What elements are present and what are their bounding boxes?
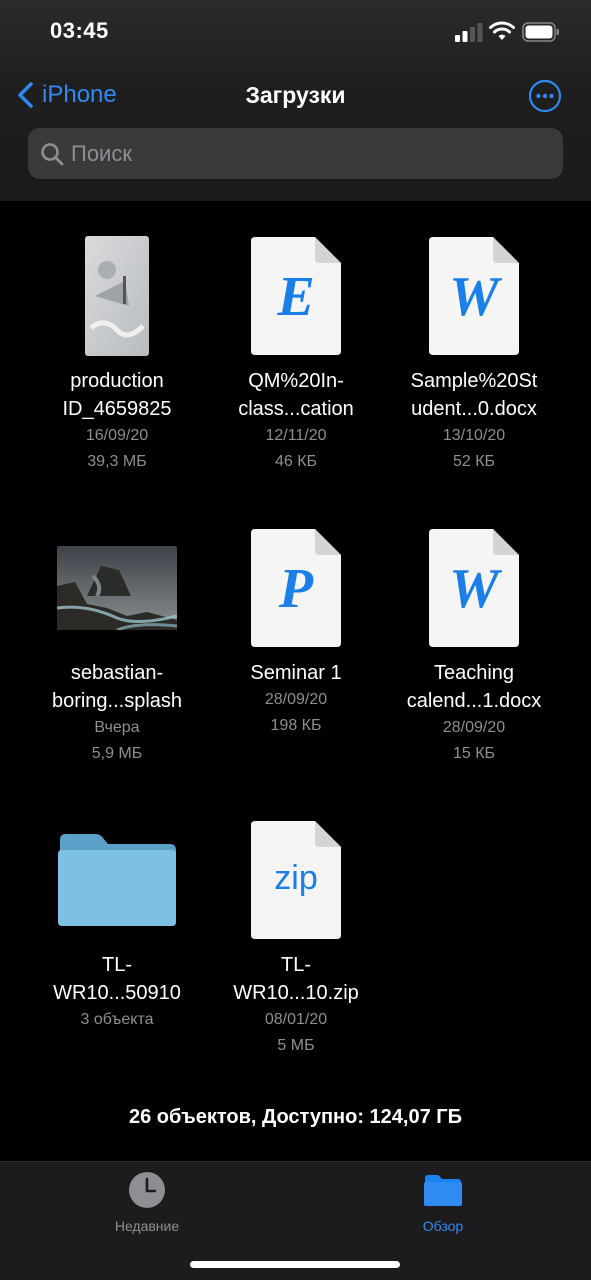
word-document-icon: W bbox=[429, 529, 519, 647]
file-item[interactable]: E QM%20In- class...cation 12/11/20 46 КБ bbox=[206, 231, 386, 475]
file-size: 39,3 МБ bbox=[87, 453, 147, 470]
file-name: Sample%20St udent...0.docx bbox=[384, 367, 564, 423]
epub-document-icon: E bbox=[251, 237, 341, 355]
file-item[interactable]: zip TL- WR10...10.zip 08/01/20 5 МБ bbox=[206, 815, 386, 1059]
page-title: Загрузки bbox=[245, 82, 346, 108]
file-item[interactable]: W Teaching calend...1.docx 28/09/20 15 К… bbox=[384, 523, 564, 767]
file-name-line2: class...cation bbox=[238, 398, 354, 420]
status-bar: 03:45 bbox=[0, 0, 591, 62]
file-date: 12/11/20 bbox=[265, 427, 327, 444]
file-name: sebastian- boring...splash bbox=[27, 659, 207, 715]
home-indicator[interactable] bbox=[190, 1261, 400, 1268]
pages-document-icon: P bbox=[251, 529, 341, 647]
file-date: 08/01/20 bbox=[264, 1011, 328, 1028]
file-item[interactable]: W Sample%20St udent...0.docx 13/10/20 52… bbox=[384, 231, 564, 475]
file-name-line1: sebastian- bbox=[70, 662, 164, 684]
file-thumbnail: E bbox=[206, 231, 386, 361]
document-letter: W bbox=[449, 266, 499, 328]
file-name-line2: udent...0.docx bbox=[411, 398, 537, 420]
file-date: 13/10/20 bbox=[442, 427, 506, 444]
file-name-line1: QM%20In- bbox=[248, 370, 344, 392]
file-thumbnail: W bbox=[384, 523, 564, 653]
file-thumbnail bbox=[27, 815, 207, 945]
folder-item-count: 3 объекта bbox=[80, 1011, 154, 1028]
file-date: Вчера bbox=[94, 719, 140, 736]
file-name-line1: Seminar 1 bbox=[250, 662, 342, 684]
file-thumbnail: P bbox=[206, 523, 386, 653]
tab-recents-label: Недавние bbox=[114, 1218, 180, 1234]
storage-summary: 26 объектов, Доступно: 124,07 ГБ bbox=[129, 1106, 462, 1128]
file-name-line1: Sample%20St bbox=[410, 370, 538, 392]
navigation-bar: iPhone Загрузки bbox=[0, 70, 591, 122]
file-item[interactable]: sebastian- boring...splash Вчера 5,9 МБ bbox=[27, 523, 207, 767]
tab-browse-label: Обзор bbox=[422, 1218, 464, 1234]
file-name: TL- WR10...50910 bbox=[27, 951, 207, 1007]
photo-thumbnail bbox=[27, 523, 207, 653]
document-letter: W bbox=[449, 558, 499, 620]
search-field[interactable]: Поиск bbox=[28, 128, 563, 179]
file-item[interactable]: production ID_4659825 16/09/20 39,3 МБ bbox=[27, 231, 207, 475]
file-size: 198 КБ bbox=[270, 717, 322, 734]
file-name-line1: TL- bbox=[281, 954, 311, 976]
file-size: 52 КБ bbox=[452, 453, 496, 470]
document-letter: E bbox=[277, 266, 315, 328]
wifi-icon bbox=[489, 21, 515, 40]
file-name: TL- WR10...10.zip bbox=[206, 951, 386, 1007]
clock-icon bbox=[129, 1172, 165, 1208]
tab-recents[interactable]: Недавние bbox=[87, 1170, 207, 1234]
file-name: production ID_4659825 bbox=[27, 367, 207, 423]
file-name-line1: TL- bbox=[102, 954, 132, 976]
photo-thumbnail-image bbox=[57, 546, 177, 630]
file-thumbnail: W bbox=[384, 231, 564, 361]
word-document-icon: W bbox=[429, 237, 519, 355]
file-date: 16/09/20 bbox=[85, 427, 149, 444]
file-date: 28/09/20 bbox=[442, 719, 506, 736]
file-size: 5,9 МБ bbox=[91, 745, 143, 762]
file-size: 46 КБ bbox=[274, 453, 318, 470]
file-name-line2: calend...1.docx bbox=[406, 690, 542, 712]
file-size: 5 МБ bbox=[277, 1037, 315, 1054]
file-name: QM%20In- class...cation bbox=[206, 367, 386, 423]
search-placeholder: Поиск bbox=[71, 140, 132, 166]
video-thumbnail bbox=[27, 231, 207, 361]
tab-browse[interactable]: Обзор bbox=[383, 1170, 503, 1234]
file-date: 28/09/20 bbox=[264, 691, 328, 708]
file-thumbnail: zip bbox=[206, 815, 386, 945]
document-letter: zip bbox=[274, 859, 318, 897]
folder-item[interactable]: TL- WR10...50910 3 объекта bbox=[27, 815, 207, 1033]
cellular-signal-icon bbox=[455, 23, 483, 42]
more-options-icon[interactable] bbox=[528, 79, 562, 113]
file-size: 15 КБ bbox=[452, 745, 496, 762]
battery-icon bbox=[522, 22, 559, 42]
folder-icon bbox=[424, 1175, 462, 1206]
folder-icon bbox=[58, 834, 176, 926]
search-icon bbox=[41, 142, 64, 165]
file-name: Teaching calend...1.docx bbox=[384, 659, 564, 715]
file-name: Seminar 1 bbox=[206, 659, 386, 687]
file-name-line2: boring...splash bbox=[51, 690, 183, 712]
video-thumbnail-image bbox=[85, 236, 149, 356]
status-time: 03:45 bbox=[50, 18, 109, 43]
file-name-line2: ID_4659825 bbox=[62, 398, 172, 420]
file-name-line2: WR10...50910 bbox=[53, 982, 181, 1004]
document-letter: P bbox=[278, 558, 314, 620]
file-name-line1: Teaching bbox=[433, 662, 515, 684]
file-name-line1: production bbox=[70, 370, 164, 392]
zip-archive-icon: zip bbox=[251, 821, 341, 939]
file-item[interactable]: P Seminar 1 28/09/20 198 КБ bbox=[206, 523, 386, 739]
file-name-line2: WR10...10.zip bbox=[233, 982, 359, 1004]
